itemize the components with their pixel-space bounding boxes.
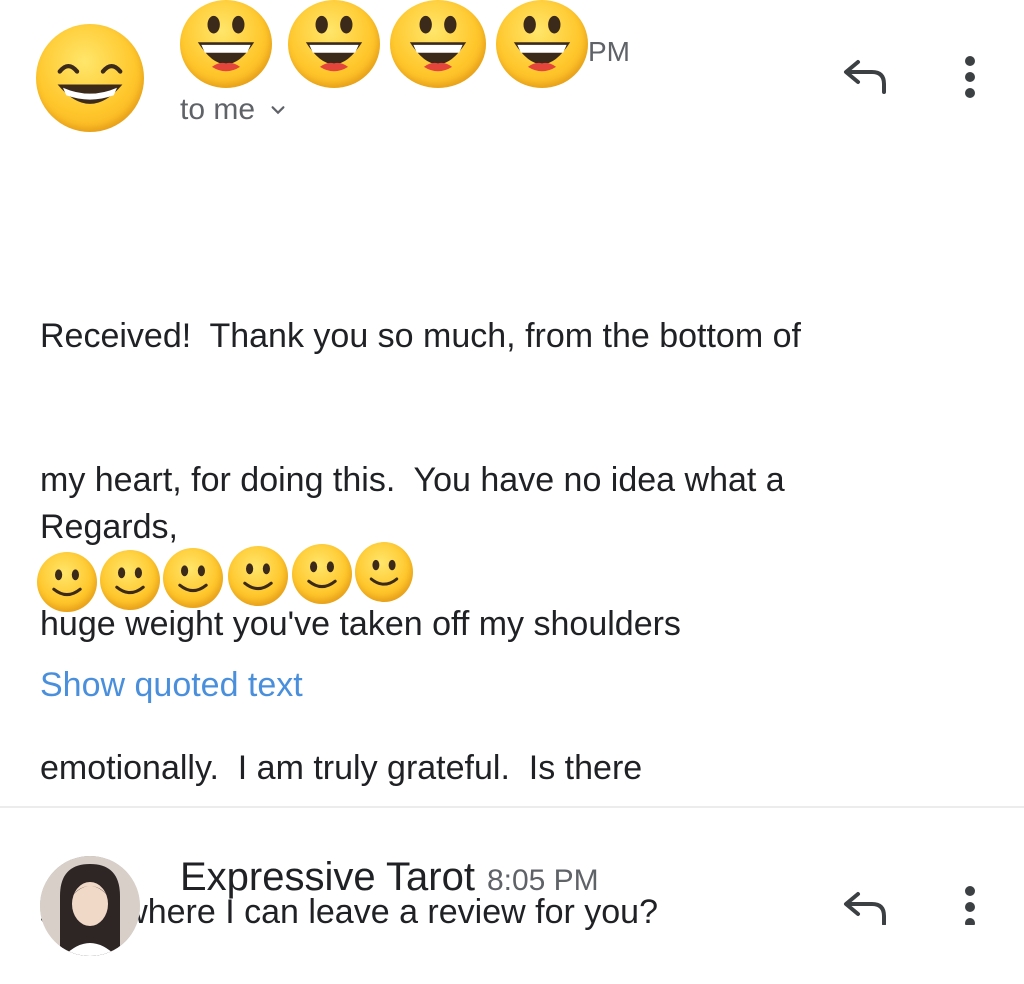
slightly-smiling-face-emoji bbox=[178, 565, 208, 593]
slightly-smiling-face-emoji bbox=[307, 561, 337, 589]
redaction-emoji bbox=[496, 0, 588, 88]
slightly-smiling-face-emoji bbox=[243, 563, 273, 591]
signature-redaction-emoji bbox=[163, 548, 223, 608]
sender-name: Expressive Tarot bbox=[180, 855, 475, 899]
redaction-emoji bbox=[180, 0, 272, 88]
profile-photo bbox=[40, 856, 140, 956]
more-options-button[interactable] bbox=[958, 56, 982, 100]
message-time: PM bbox=[588, 36, 630, 67]
recipient-label: to me bbox=[180, 93, 256, 126]
slightly-smiling-face-emoji bbox=[52, 569, 82, 597]
reply-button[interactable] bbox=[840, 56, 892, 96]
signature-redaction-emoji bbox=[228, 546, 288, 606]
grinning-face-with-big-eyes-emoji bbox=[513, 15, 571, 72]
redaction-emoji bbox=[390, 0, 486, 88]
reply-arrow-icon bbox=[844, 892, 886, 925]
signature-redaction-emoji bbox=[100, 550, 160, 610]
message-time: 8:05 PM bbox=[486, 864, 599, 897]
redaction-emoji bbox=[288, 0, 380, 88]
slightly-smiling-face-emoji bbox=[115, 567, 145, 595]
slightly-smiling-face-emoji bbox=[369, 559, 399, 586]
body-line: Received! Thank you so much, from the bo… bbox=[40, 317, 801, 355]
signature-redaction-emoji bbox=[355, 542, 413, 602]
avatar[interactable] bbox=[36, 24, 144, 132]
body-line: emotionally. I am truly grateful. Is the… bbox=[40, 749, 643, 787]
more-vertical-icon bbox=[965, 886, 975, 925]
reply-arrow-icon bbox=[844, 60, 886, 94]
more-vertical-icon bbox=[965, 56, 975, 98]
body-line: my heart, for doing this. You have no id… bbox=[40, 461, 785, 499]
signature-redaction-emoji bbox=[292, 544, 352, 604]
more-options-button[interactable] bbox=[958, 886, 982, 925]
avatar[interactable] bbox=[40, 856, 140, 956]
grinning-face-with-big-eyes-emoji bbox=[197, 15, 255, 72]
grinning-face-with-big-eyes-emoji bbox=[305, 15, 363, 72]
signature-redaction-emoji bbox=[37, 552, 97, 612]
show-quoted-text-link[interactable]: Show quoted text bbox=[40, 666, 303, 705]
grinning-face-with-big-eyes-emoji bbox=[409, 15, 467, 72]
chevron-down-icon bbox=[271, 106, 285, 115]
message-divider bbox=[0, 806, 1024, 808]
sender-line: Expressive Tarot 8:05 PM bbox=[180, 855, 599, 900]
recipient-toggle[interactable]: to me bbox=[180, 93, 287, 127]
body-line: huge weight you've taken off my shoulder… bbox=[40, 605, 681, 643]
signoff: Regards, bbox=[40, 508, 178, 546]
grinning-face-emoji bbox=[57, 63, 123, 104]
reply-button[interactable] bbox=[840, 888, 892, 925]
